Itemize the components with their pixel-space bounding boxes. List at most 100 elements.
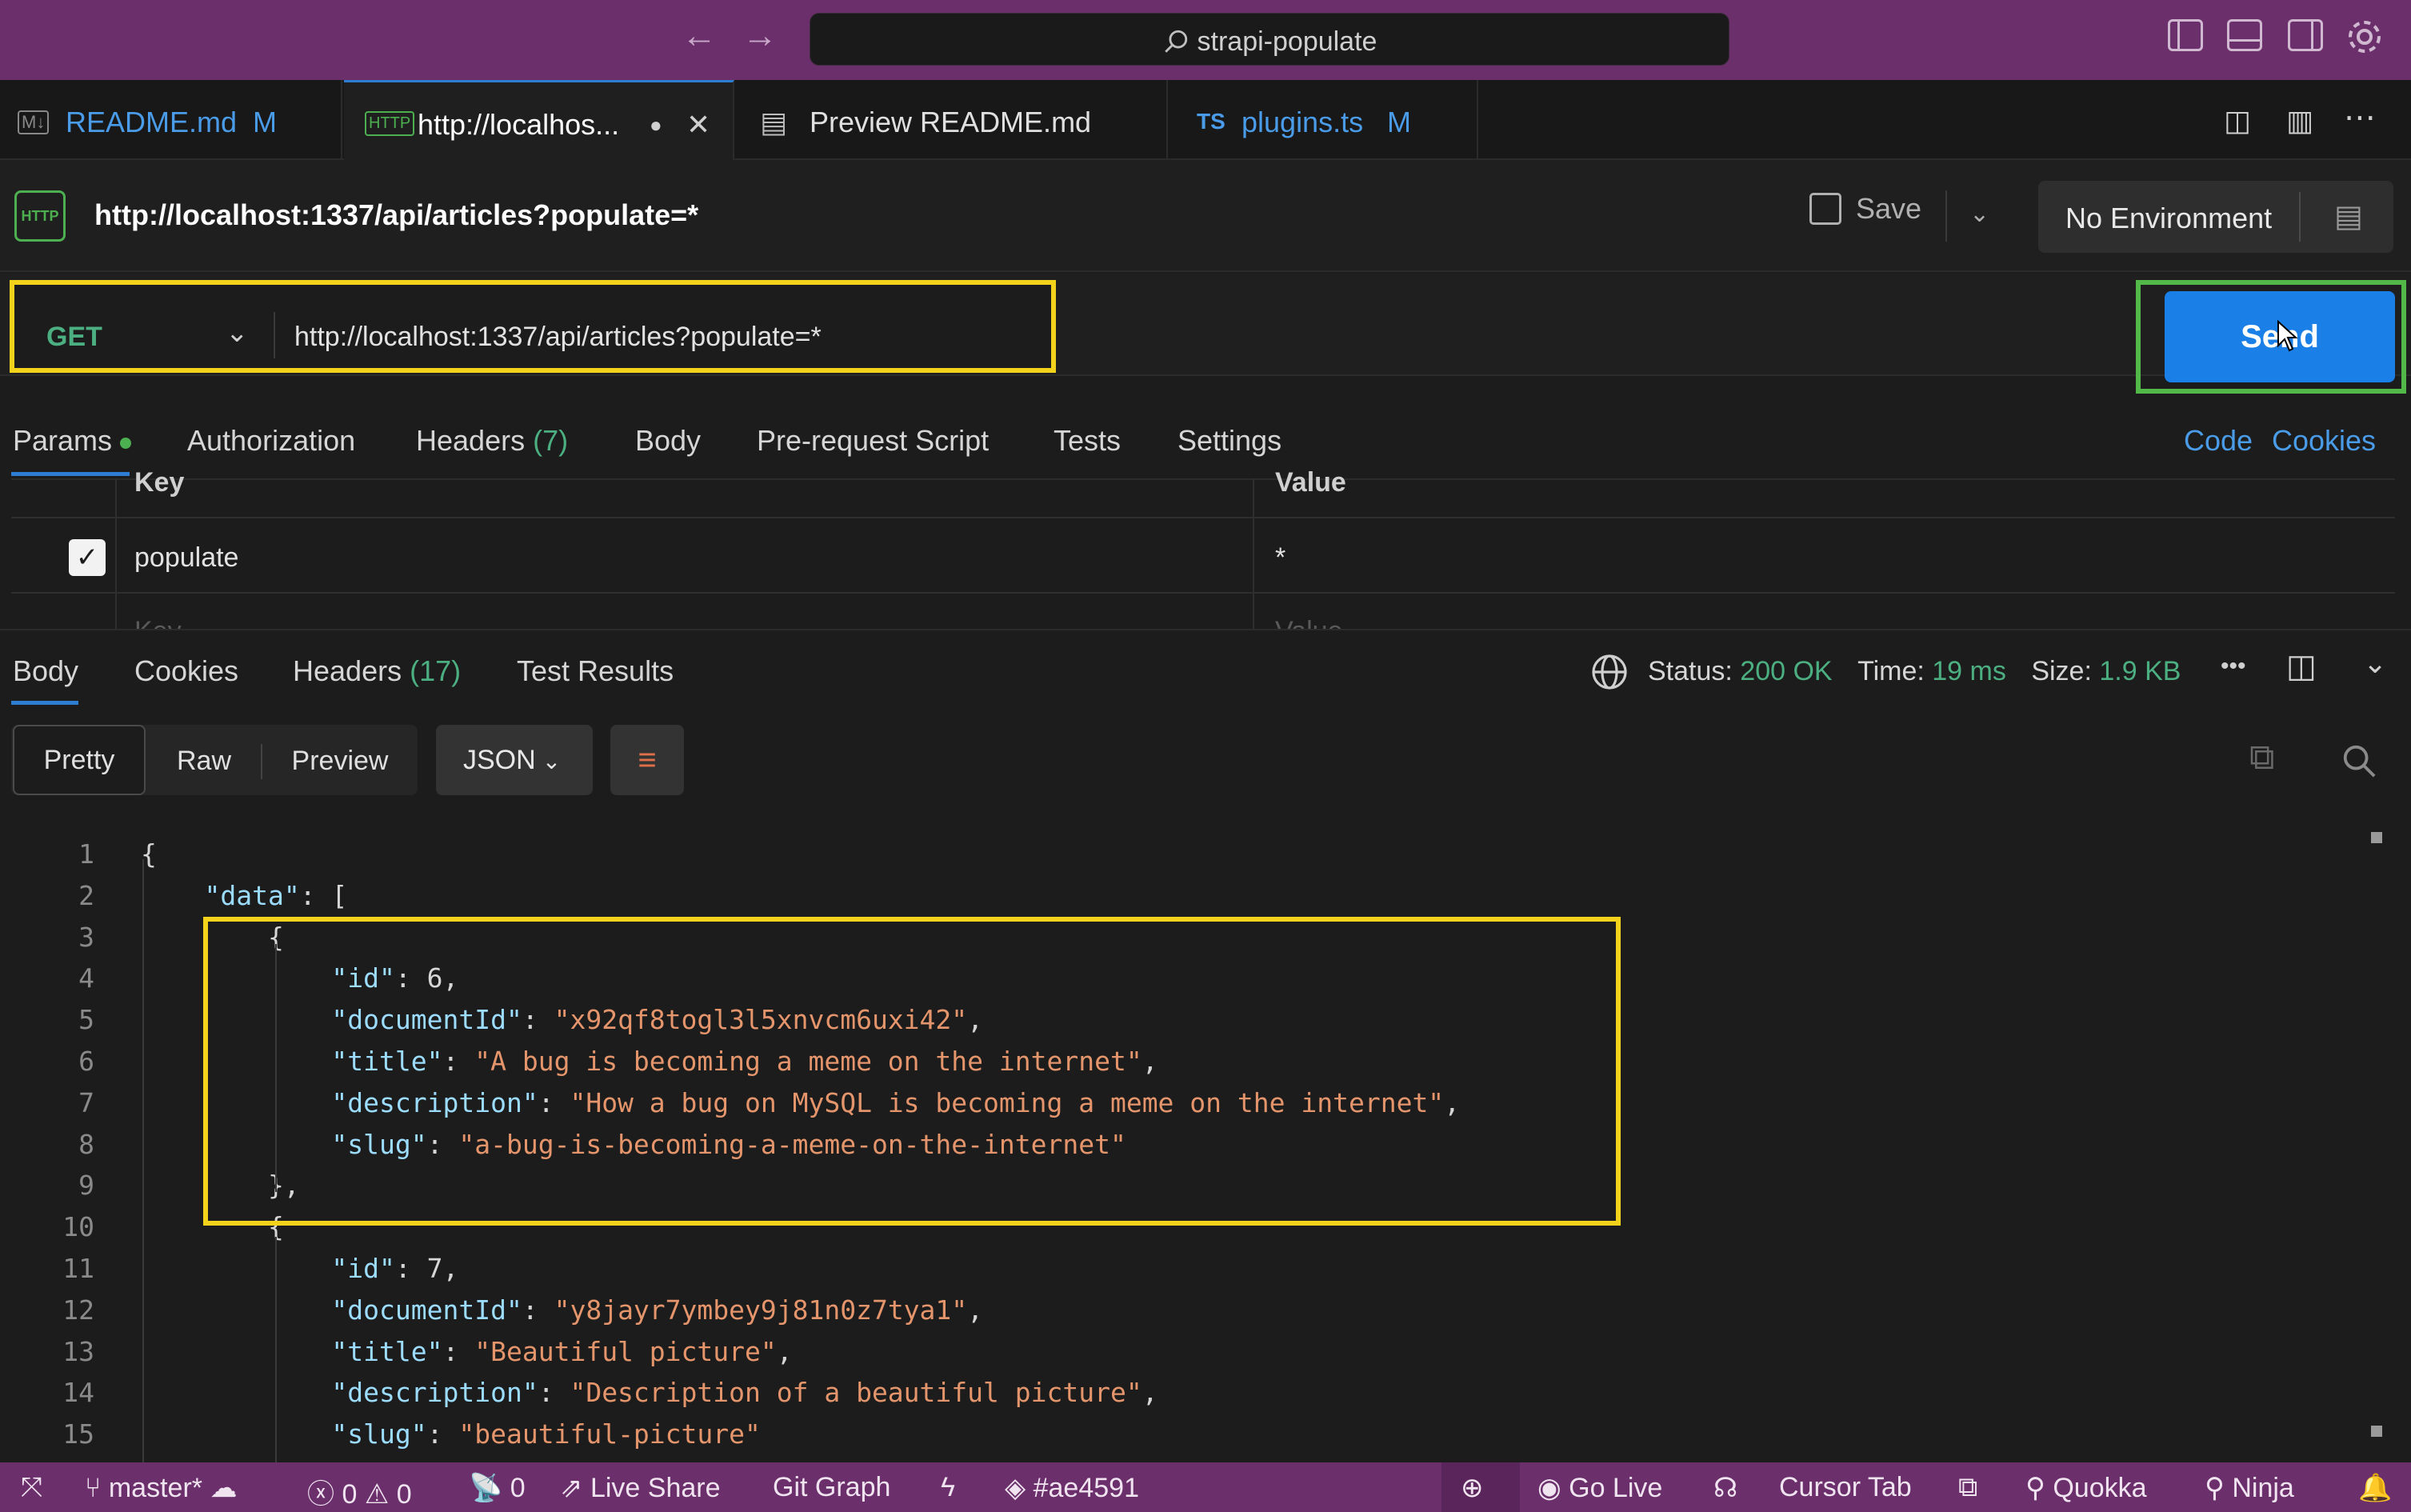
forward-arrow-icon[interactable]: → [742, 16, 778, 56]
environment-quick-look-icon[interactable]: ▤ [2334, 198, 2363, 234]
modified-badge: M [1387, 106, 1411, 138]
toggle-primary-sidebar-icon[interactable] [2168, 19, 2203, 51]
time-value[interactable]: 19 ms [1932, 656, 2006, 686]
code-line: "slug": "beautiful-picture" [331, 1418, 761, 1450]
tab-headers[interactable]: Headers (7) [416, 424, 568, 458]
go-live-item[interactable]: ◉ Go Live [1537, 1472, 1662, 1504]
layout-toggle-icon[interactable]: ◫ [2286, 648, 2317, 685]
live-share-item[interactable]: ⇗ Live Share [560, 1472, 721, 1504]
chevron-down-icon: ⌄ [542, 749, 562, 774]
method-select[interactable]: GET [46, 322, 102, 353]
param-value[interactable]: * [1275, 542, 1285, 574]
tab-plugins-ts[interactable]: TS plugins.ts M [1170, 80, 1478, 160]
extensions-icon[interactable]: ⧉ [1958, 1472, 1977, 1503]
editor-tab-bar: M↓ README.md M HTTP http://localhos... ●… [0, 80, 2411, 160]
quokka-item[interactable]: ⚲ Quokka [2025, 1472, 2147, 1504]
toggle-secondary-sidebar-icon[interactable] [2288, 19, 2323, 51]
code-link[interactable]: Code [2184, 424, 2253, 458]
line-number: 7 [78, 1086, 94, 1118]
size-value[interactable]: 1.9 KB [2099, 656, 2181, 686]
branch-item[interactable]: ⑂ master* ☁ [85, 1472, 237, 1504]
status-value[interactable]: 200 OK [1740, 656, 1832, 686]
tab-authorization[interactable]: Authorization [187, 424, 355, 458]
environment-select[interactable]: No Environment ▤ [2038, 181, 2393, 253]
sync-icon: ☁ [210, 1473, 238, 1503]
cookies-link[interactable]: Cookies [2272, 424, 2376, 458]
ports-item[interactable]: 📡 0 [469, 1472, 526, 1504]
response-tab-headers[interactable]: Headers (17) [293, 654, 461, 688]
split-editor-icon[interactable]: ▥ [2286, 104, 2313, 138]
preview-button[interactable]: Preview [272, 746, 408, 777]
lightning-icon[interactable]: ϟ [941, 1472, 955, 1503]
gear-icon[interactable] [2345, 18, 2384, 56]
divider [1945, 190, 1947, 242]
remote-icon[interactable]: ⤧ [21, 1472, 42, 1503]
copy-icon[interactable]: ⧉ [2249, 738, 2274, 778]
copilot-icon[interactable]: ☊ [1713, 1472, 1737, 1504]
more-options-icon[interactable]: ••• [2221, 653, 2246, 680]
warning-icon: ⚠ [364, 1479, 390, 1510]
back-arrow-icon[interactable]: ← [682, 16, 717, 56]
response-tab-cookies[interactable]: Cookies [134, 654, 238, 688]
quokka-icon: ⚲ [2025, 1473, 2045, 1503]
open-preview-icon[interactable]: ◫ [2224, 104, 2251, 138]
tab-settings[interactable]: Settings [1178, 424, 1281, 458]
raw-button[interactable]: Raw [152, 746, 256, 777]
preview-icon: ▤ [760, 106, 788, 138]
code-line: "documentId": "y8jayr7ymbey9j81n0z7tya1"… [331, 1294, 984, 1326]
param-key[interactable]: populate [134, 542, 238, 574]
toggle-panel-icon[interactable] [2227, 19, 2262, 51]
tab-http-request[interactable]: HTTP http://localhos... ● ✕ [344, 80, 734, 160]
time-label: Time: [1857, 656, 1925, 686]
headers-count: (17) [410, 654, 462, 687]
tab-prerequest-script[interactable]: Pre-request Script [757, 424, 989, 458]
divider [274, 312, 275, 358]
notifications-bell-icon[interactable]: 🔔 [2358, 1472, 2392, 1504]
search-icon[interactable] [2341, 742, 2377, 779]
tab-tests[interactable]: Tests [1054, 424, 1121, 458]
indent-guide [142, 859, 144, 1467]
zoom-icon[interactable]: ⊕ [1461, 1472, 1484, 1504]
table-divider [11, 592, 2395, 594]
color-item[interactable]: ◈ #ae4591 [1005, 1472, 1139, 1504]
cursor-tab-item[interactable]: Cursor Tab [1779, 1472, 1912, 1503]
line-number: 13 [62, 1335, 94, 1367]
close-icon[interactable]: ✕ [686, 108, 710, 142]
tab-params[interactable]: Params [13, 424, 132, 458]
divider [0, 629, 2411, 630]
more-actions-icon[interactable]: ⋯ [2344, 99, 2376, 136]
chevron-down-icon[interactable]: ⌄ [1969, 200, 1989, 228]
problems-item[interactable]: ⓧ 0 ⚠ 0 [307, 1472, 412, 1511]
save-icon [1809, 193, 1841, 225]
request-title[interactable]: http://localhost:1337/api/articles?popul… [94, 198, 698, 232]
ports-count: 0 [510, 1473, 526, 1503]
active-tab-indicator [11, 472, 130, 476]
globe-icon[interactable] [1590, 653, 1629, 691]
code-line: "description": "Description of a beautif… [331, 1377, 1158, 1409]
broadcast-icon: 📡 [469, 1473, 503, 1503]
chevron-down-icon[interactable]: ⌄ [2363, 646, 2387, 680]
scrollbar-marker[interactable] [2371, 1426, 2382, 1437]
response-tab-body[interactable]: Body [13, 654, 78, 688]
response-tab-test-results[interactable]: Test Results [517, 654, 674, 688]
param-enabled-checkbox[interactable]: ✓ [69, 539, 106, 576]
tab-readme[interactable]: M↓ README.md M [0, 80, 342, 160]
save-button[interactable]: Save [1809, 192, 1921, 240]
pretty-button[interactable]: Pretty [13, 725, 146, 795]
git-graph-item[interactable]: Git Graph [773, 1472, 890, 1503]
table-divider [11, 517, 2395, 518]
tab-label: Params [13, 424, 113, 457]
format-select[interactable]: JSON ⌄ [436, 725, 593, 795]
url-input[interactable]: http://localhost:1337/api/articles?popul… [294, 322, 822, 353]
chevron-down-icon[interactable]: ⌄ [226, 317, 249, 349]
command-center-search[interactable]: strapi-populate [810, 13, 1729, 66]
scrollbar-marker[interactable] [2371, 832, 2382, 843]
format-label: JSON [463, 745, 536, 775]
tab-body[interactable]: Body [635, 424, 701, 458]
status-label: Status: [1648, 656, 1733, 686]
ninja-item[interactable]: ⚲ Ninja [2205, 1472, 2294, 1504]
broadcast-icon: ◉ [1537, 1473, 1561, 1503]
word-wrap-icon[interactable]: ≡ [610, 725, 684, 795]
paint-bucket-icon: ◈ [1005, 1473, 1026, 1503]
tab-preview-readme[interactable]: ▤ Preview README.md [736, 80, 1168, 160]
